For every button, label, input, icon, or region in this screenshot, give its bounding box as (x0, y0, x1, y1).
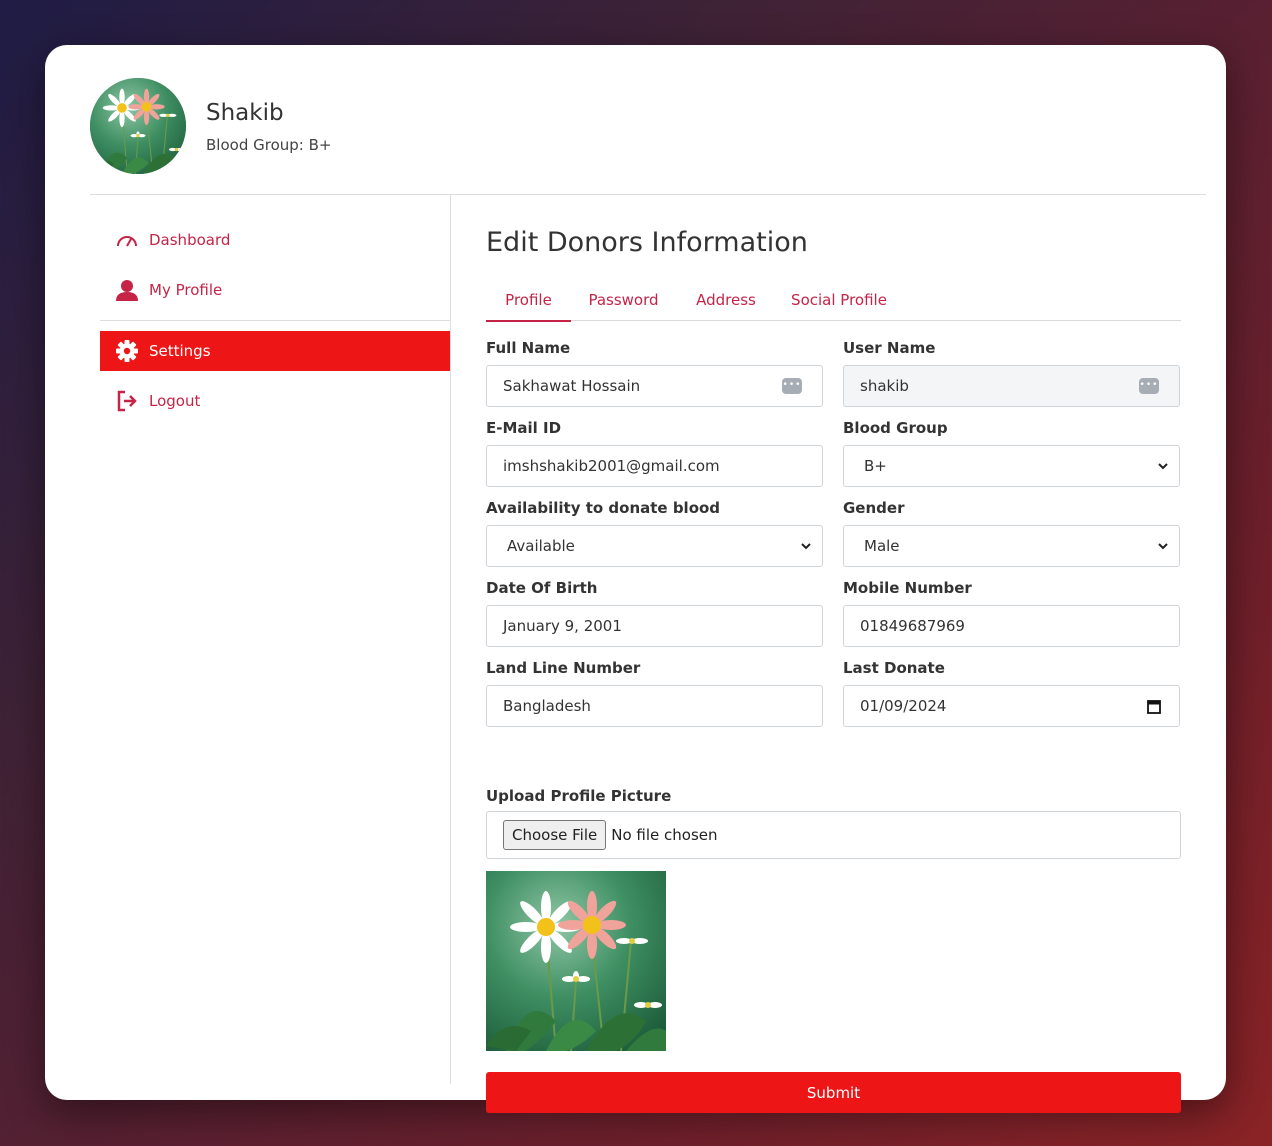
mobile-value: 01849687969 (860, 617, 965, 635)
profile-name: Shakib (206, 100, 284, 126)
profile-blood-group: Blood Group: B+ (206, 136, 332, 154)
mobile-label: Mobile Number (843, 579, 972, 597)
header-divider (90, 194, 1206, 195)
sidebar-separator (100, 320, 450, 321)
sidebar-item-logout[interactable]: Logout (100, 381, 450, 421)
sidebar-item-dashboard[interactable]: Dashboard (100, 220, 450, 260)
profile-picture-file-input[interactable]: Choose File No file chosen (486, 811, 1181, 859)
more-options-icon[interactable]: ••• (782, 378, 802, 394)
landline-input[interactable]: Bangladesh (486, 685, 823, 727)
gender-select[interactable]: Male (843, 525, 1180, 567)
email-value: imshshakib2001@gmail.com (503, 457, 720, 475)
user-name-value: shakib (860, 377, 909, 395)
last-donate-value: 01/09/2024 (860, 697, 947, 715)
chevron-down-icon (800, 539, 812, 557)
dashboard-gauge-icon (116, 229, 138, 251)
availability-value: Available (507, 537, 575, 555)
blood-group-label: Blood Group (843, 419, 948, 437)
more-options-icon[interactable]: ••• (1139, 378, 1159, 394)
profile-picture-preview (486, 871, 666, 1051)
file-status: No file chosen (611, 826, 718, 844)
dob-input[interactable]: January 9, 2001 (486, 605, 823, 647)
chevron-down-icon (1157, 539, 1169, 557)
sidebar-item-settings[interactable]: Settings (100, 331, 450, 371)
sidebar-item-label: My Profile (149, 281, 223, 299)
availability-select[interactable]: Available (486, 525, 823, 567)
full-name-value: Sakhawat Hossain (503, 377, 641, 395)
tab-social-profile[interactable]: Social Profile (784, 283, 894, 320)
full-name-input[interactable]: Sakhawat Hossain ••• (486, 365, 823, 407)
blood-group-select[interactable]: B+ (843, 445, 1180, 487)
dob-value: January 9, 2001 (503, 617, 622, 635)
gender-label: Gender (843, 499, 905, 517)
user-name-label: User Name (843, 339, 936, 357)
user-name-input[interactable]: shakib ••• (843, 365, 1180, 407)
sidebar-divider (450, 195, 451, 1084)
last-donate-date-input[interactable]: 01/09/2024 (843, 685, 1180, 727)
tab-password[interactable]: Password (581, 283, 666, 320)
gender-value: Male (864, 537, 900, 555)
page-title: Edit Donors Information (486, 227, 808, 258)
full-name-label: Full Name (486, 339, 571, 357)
dob-label: Date Of Birth (486, 579, 598, 597)
email-label: E-Mail ID (486, 419, 562, 437)
settings-card: Shakib Blood Group: B+ Dashboard My Prof… (45, 45, 1226, 1113)
sidebar-item-my-profile[interactable]: My Profile (100, 270, 450, 310)
mobile-input[interactable]: 01849687969 (843, 605, 1180, 647)
avatar (90, 78, 186, 174)
email-input[interactable]: imshshakib2001@gmail.com (486, 445, 823, 487)
sidebar-item-label: Settings (149, 342, 211, 360)
blood-group-value: B+ (864, 457, 887, 475)
chevron-down-icon (1157, 459, 1169, 477)
last-donate-label: Last Donate (843, 659, 945, 677)
tab-profile[interactable]: Profile (486, 283, 571, 322)
sidebar-item-label: Dashboard (149, 231, 231, 249)
choose-file-button[interactable]: Choose File (503, 820, 607, 850)
upload-label: Upload Profile Picture (486, 787, 672, 805)
tab-address[interactable]: Address (686, 283, 766, 320)
calendar-icon[interactable] (1147, 699, 1161, 718)
submit-button[interactable]: Submit (486, 1072, 1181, 1113)
sidebar-item-label: Logout (149, 392, 201, 410)
logout-icon (116, 390, 138, 412)
landline-value: Bangladesh (503, 697, 591, 715)
gear-icon (116, 340, 138, 362)
tab-bar: Profile Password Address Social Profile (486, 283, 1181, 322)
landline-label: Land Line Number (486, 659, 641, 677)
availability-label: Availability to donate blood (486, 499, 721, 517)
user-icon (116, 279, 138, 301)
